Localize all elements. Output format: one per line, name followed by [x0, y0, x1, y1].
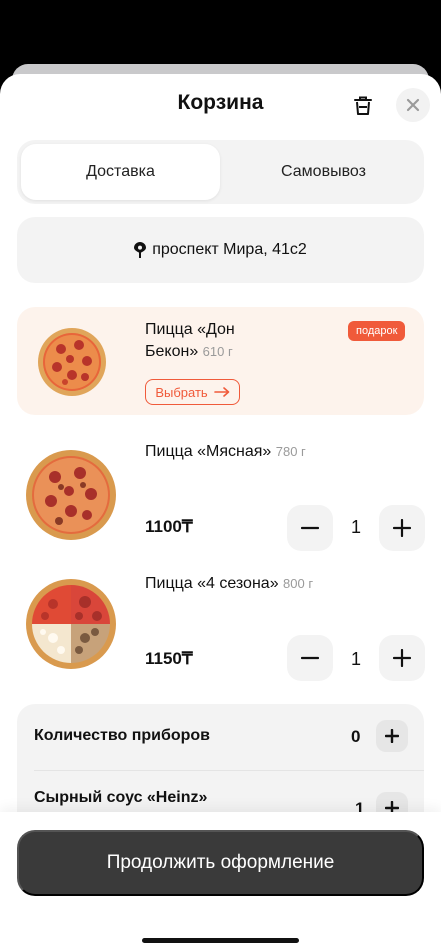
continue-checkout-button[interactable]: Продолжить оформление: [17, 830, 424, 896]
close-button[interactable]: [396, 88, 430, 122]
arrow-right-icon: [213, 387, 229, 397]
plus-icon: [393, 649, 411, 667]
tab-delivery[interactable]: Доставка: [21, 144, 220, 200]
close-icon: [406, 98, 420, 112]
item-price: 1150₸: [145, 649, 193, 668]
item-weight: 800 г: [283, 576, 314, 591]
item-price: 1100₸: [145, 517, 193, 536]
decrement-button[interactable]: [287, 635, 333, 681]
cutlery-row: Количество приборов 0: [17, 704, 424, 771]
quantity-value: 1: [350, 649, 361, 669]
plus-icon: [393, 519, 411, 537]
cart-sheet: Корзина Доставка Самовывоз проспект Мира…: [0, 74, 441, 952]
address-selector[interactable]: проспект Мира, 41с2: [17, 217, 424, 283]
tab-pickup[interactable]: Самовывоз: [223, 140, 424, 204]
decrement-button[interactable]: [287, 505, 333, 551]
item-name: Пицца «4 сезона»: [145, 575, 279, 592]
gift-card: Пицца «Дон Бекон» 610 г подарок Выбрать: [17, 307, 424, 415]
cutlery-add-button[interactable]: [376, 720, 408, 752]
quantity-value: 1: [350, 517, 361, 537]
address-text: проспект Мира, 41с2: [152, 241, 307, 258]
gift-item-weight: 610 г: [202, 344, 233, 359]
header: Корзина: [0, 74, 441, 134]
minus-icon: [301, 656, 319, 660]
choose-gift-button[interactable]: Выбрать: [145, 379, 240, 405]
trash-icon[interactable]: [351, 94, 375, 118]
item-name: Пицца «Мясная»: [145, 443, 272, 460]
cutlery-quantity: 0: [351, 727, 361, 746]
pizza-don-bacon-image: [38, 328, 106, 396]
cutlery-label: Количество приборов: [34, 727, 211, 744]
increment-button[interactable]: [379, 505, 425, 551]
gift-badge: подарок: [348, 321, 406, 341]
plus-icon: [385, 729, 399, 743]
location-pin-icon: [134, 242, 147, 258]
pizza-meat-image: [26, 450, 116, 540]
list-item: Пицца «4 сезона» 800 г 1150₸ 1: [0, 566, 441, 686]
home-indicator: [142, 938, 299, 943]
pizza-four-seasons-image: [26, 579, 116, 669]
sauce-label: Сырный соус «Heinz»: [34, 789, 208, 806]
delivery-method-tabs: Доставка Самовывоз: [17, 140, 424, 204]
bottom-bar: Продолжить оформление: [0, 812, 441, 952]
gift-item-name: Пицца «Дон Бекон» 610 г: [145, 321, 235, 360]
increment-button[interactable]: [379, 635, 425, 681]
item-weight: 780 г: [275, 444, 306, 459]
list-item: Пицца «Мясная» 780 г 1100₸ 1: [0, 434, 441, 554]
minus-icon: [301, 526, 319, 530]
